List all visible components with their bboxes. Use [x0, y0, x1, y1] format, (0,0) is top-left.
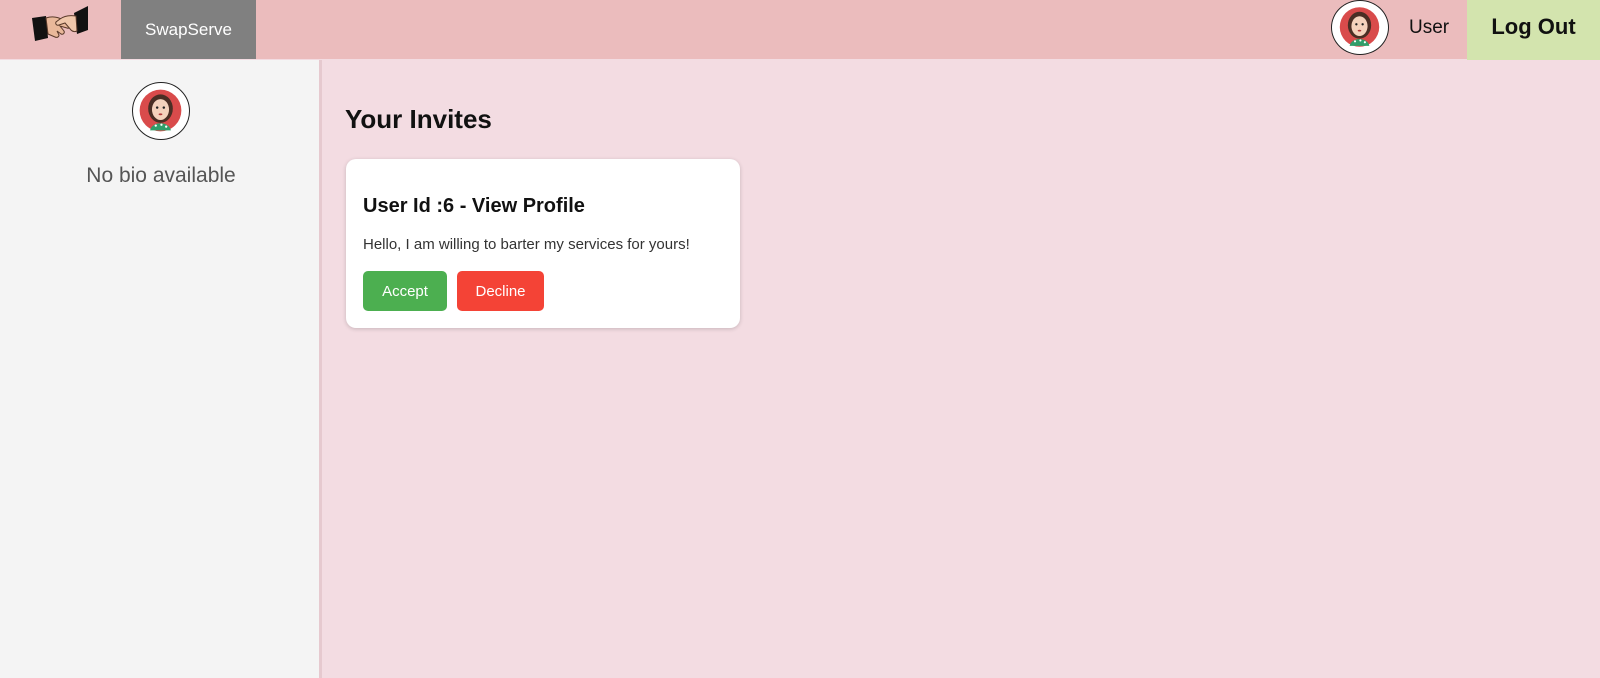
- brand-nav-tab[interactable]: SwapServe: [121, 0, 256, 59]
- logout-button[interactable]: Log Out: [1467, 0, 1600, 60]
- accept-button[interactable]: Accept: [363, 271, 447, 311]
- invite-message: Hello, I am willing to barter my service…: [363, 236, 690, 253]
- invite-profile-link[interactable]: User Id :6 - View Profile: [363, 195, 585, 218]
- user-avatar-icon[interactable]: [1331, 0, 1389, 55]
- top-navbar: SwapServe User Log Out: [0, 0, 1600, 59]
- bio-text: No bio available: [0, 164, 322, 188]
- profile-sidebar: No bio available: [0, 60, 322, 678]
- page-title: Your Invites: [345, 104, 492, 135]
- invite-card: User Id :6 - View Profile Hello, I am wi…: [346, 159, 740, 328]
- user-menu-link[interactable]: User: [1409, 0, 1449, 56]
- handshake-logo-icon[interactable]: [30, 4, 90, 44]
- profile-avatar-icon: [132, 82, 190, 140]
- decline-button[interactable]: Decline: [457, 271, 544, 311]
